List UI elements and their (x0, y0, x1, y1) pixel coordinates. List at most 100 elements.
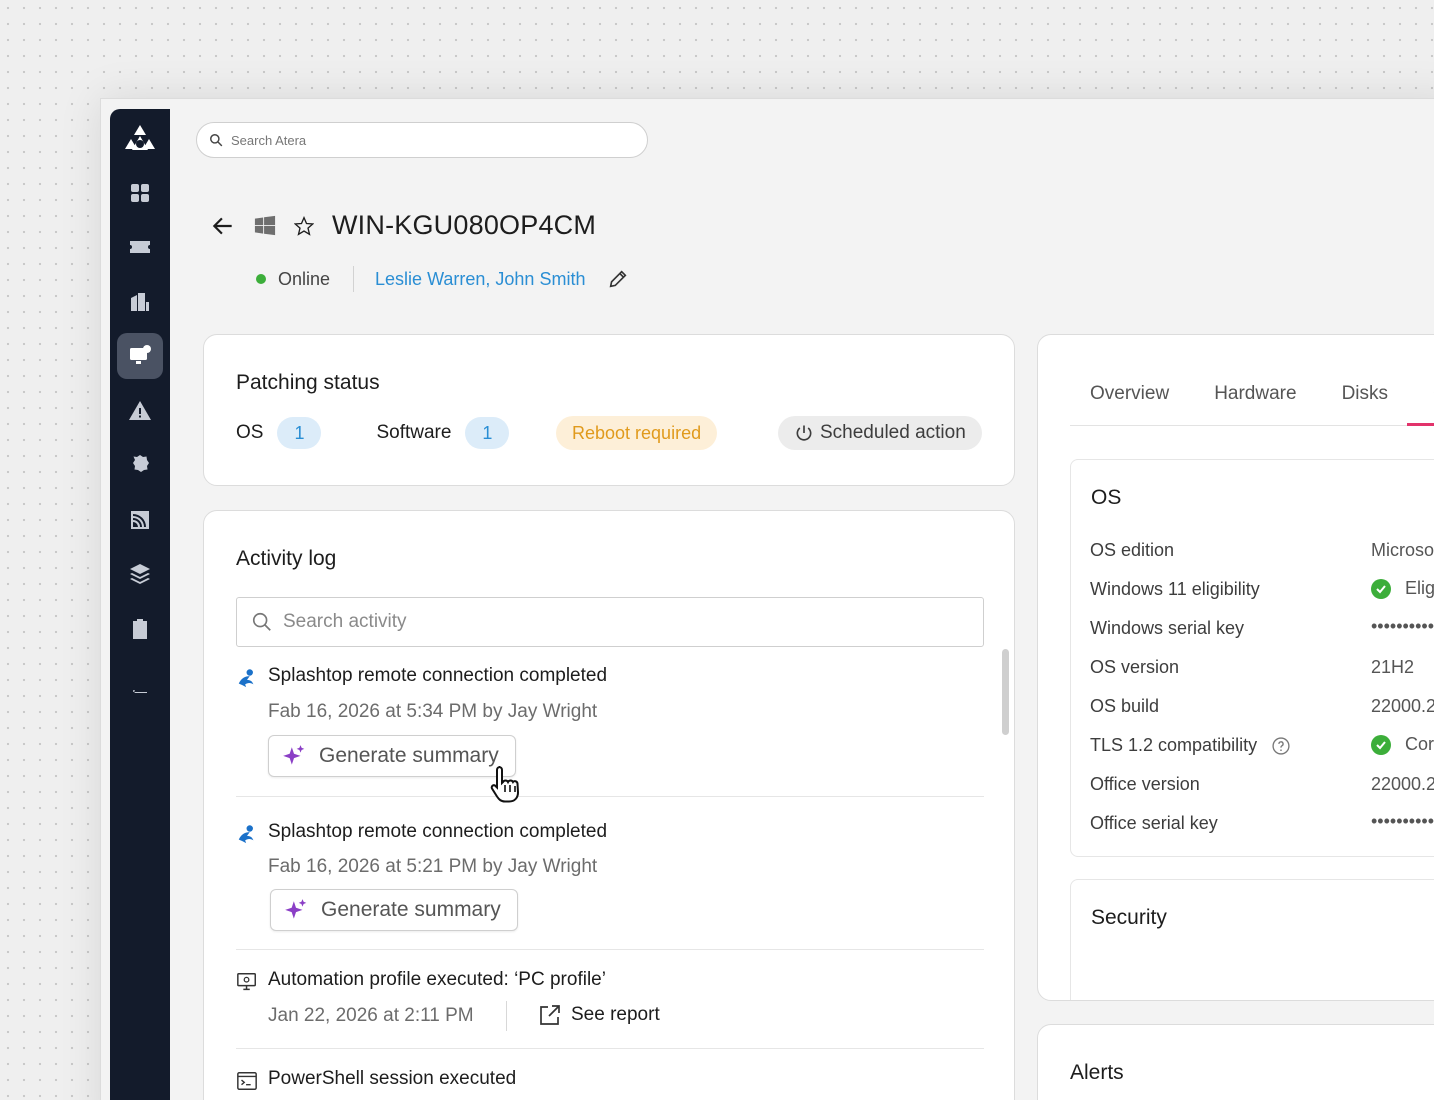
os-label-row: Windows serial key (1090, 618, 1245, 638)
scheduled-action-label: Scheduled action (820, 422, 966, 443)
check-icon (1371, 578, 1391, 599)
activity-entry-meta: Jan 22, 2026 at 2:11 PM (268, 1005, 474, 1026)
edit-pencil-icon[interactable] (607, 268, 629, 290)
device-details-card: Overview Hardware Disks C OS OS edition … (1037, 334, 1434, 1001)
active-tab-indicator (1407, 423, 1434, 426)
global-search[interactable] (196, 122, 648, 158)
generate-summary-button[interactable]: Generate summary (270, 889, 518, 931)
tab-underline (1070, 425, 1434, 426)
layers-icon[interactable] (117, 551, 163, 597)
software-count-badge[interactable]: 1 (465, 417, 510, 449)
os-section-title: OS (1091, 486, 1122, 509)
assigned-users-link[interactable]: Leslie Warren, John Smith (375, 269, 585, 290)
generate-summary-button[interactable]: Generate summary (268, 735, 516, 777)
device-status-row: Online Leslie Warren, John Smith (256, 266, 629, 292)
patching-status-title: Patching status (236, 371, 380, 394)
os-value-row: Cor (1371, 734, 1434, 755)
patch-icon[interactable] (117, 442, 163, 488)
hand-cursor-icon (490, 766, 520, 803)
os-value[interactable]: ••••••••••• (1371, 811, 1434, 832)
search-input[interactable] (231, 132, 611, 148)
reports-icon[interactable] (117, 606, 163, 652)
external-link-icon (540, 1005, 560, 1025)
activity-entry: Splashtop remote connection completed Fa… (236, 665, 984, 797)
customers-icon[interactable] (117, 279, 163, 325)
divider (236, 1048, 984, 1049)
os-label: OS (236, 422, 264, 443)
activity-log-card: Activity log Splashtop remote connection… (203, 510, 1015, 1100)
divider (353, 266, 355, 292)
alerts-icon[interactable] (117, 388, 163, 434)
atera-logo-icon[interactable] (117, 118, 163, 164)
dashboard-icon[interactable] (117, 170, 163, 216)
generate-summary-label: Generate summary (321, 898, 501, 921)
details-tabs: Overview Hardware Disks C (1090, 383, 1434, 405)
tab-overview[interactable]: Overview (1090, 383, 1169, 405)
os-label-row: OS edition (1090, 540, 1175, 560)
activity-entry-title: Splashtop remote connection completed (268, 821, 608, 842)
patch-counts: OS 1 Software 1 (236, 417, 510, 449)
alerts-card: Alerts (1037, 1024, 1434, 1100)
devices-icon[interactable] (117, 333, 163, 379)
sparkle-icon (285, 899, 307, 919)
search-icon (252, 612, 271, 631)
patching-status-card: Patching status OS 1 Software 1 Reboot r… (203, 334, 1015, 486)
activity-entry: Splashtop remote connection completed Fa… (236, 821, 984, 951)
os-label-row: OS version (1090, 657, 1180, 677)
check-icon (1371, 734, 1391, 755)
os-count-badge[interactable]: 1 (277, 417, 322, 449)
windows-icon (254, 215, 276, 235)
network-icon[interactable] (117, 497, 163, 543)
activity-entry-title: Splashtop remote connection completed (268, 665, 608, 686)
os-value: 22000.2 (1371, 774, 1434, 794)
os-label-row: TLS 1.2 compatibility (1090, 735, 1291, 756)
alerts-title: Alerts (1070, 1061, 1124, 1084)
activity-entry-title: Automation profile executed: ‘PC profile… (268, 969, 606, 990)
see-report-link[interactable]: See report (538, 1003, 660, 1027)
os-value[interactable]: ••••••••••• (1371, 616, 1434, 637)
splashtop-icon (238, 669, 254, 688)
device-name: WIN-KGU080OP4CM (332, 210, 597, 240)
divider (236, 949, 984, 950)
activity-search[interactable] (236, 597, 984, 647)
os-value: 22000.2 (1371, 696, 1434, 716)
help-icon[interactable] (1271, 736, 1291, 756)
security-section: Security (1070, 879, 1434, 1000)
activity-entry-meta: Fab 16, 2026 at 5:34 PM by Jay Wright (268, 701, 598, 722)
security-section-title: Security (1091, 906, 1167, 929)
os-value: Microso (1371, 540, 1434, 560)
activity-entry: Automation profile executed: ‘PC profile… (236, 969, 984, 1049)
activity-entry-title: PowerShell session executed (268, 1068, 517, 1089)
os-label-row: OS build (1090, 696, 1160, 716)
software-label: Software (376, 422, 452, 443)
os-label-row: Office version (1090, 774, 1200, 794)
tab-hardware[interactable]: Hardware (1214, 383, 1296, 405)
tab-disks[interactable]: Disks (1342, 383, 1388, 405)
search-icon (210, 134, 223, 147)
see-report-label: See report (571, 1004, 660, 1025)
reboot-required-badge: Reboot required (556, 416, 718, 450)
back-arrow-icon[interactable] (210, 213, 236, 239)
scheduled-action-button[interactable]: Scheduled action (778, 416, 982, 450)
os-label-row: Windows 11 eligibility (1090, 579, 1260, 599)
splashtop-icon (238, 825, 254, 844)
power-icon (796, 425, 812, 441)
online-status-dot (256, 274, 266, 284)
device-header: WIN-KGU080OP4CM (210, 210, 596, 241)
os-value: Elig (1405, 578, 1434, 598)
divider (236, 796, 984, 797)
tickets-icon[interactable] (117, 224, 163, 270)
sparkle-icon (283, 745, 305, 765)
os-label: TLS 1.2 compatibility (1090, 735, 1258, 755)
powershell-terminal-icon (237, 1072, 257, 1090)
online-status: Online (278, 268, 331, 289)
os-value: Cor (1405, 734, 1434, 754)
activity-scrollbar[interactable] (1002, 649, 1009, 735)
activity-log-title: Activity log (236, 547, 337, 570)
os-label-row: Office serial key (1090, 813, 1218, 833)
sidebar (110, 109, 170, 1100)
os-value-row: Elig (1371, 578, 1434, 599)
star-icon[interactable] (294, 215, 314, 236)
activity-search-input[interactable] (283, 611, 963, 633)
knowledge-base-icon[interactable] (117, 660, 163, 706)
